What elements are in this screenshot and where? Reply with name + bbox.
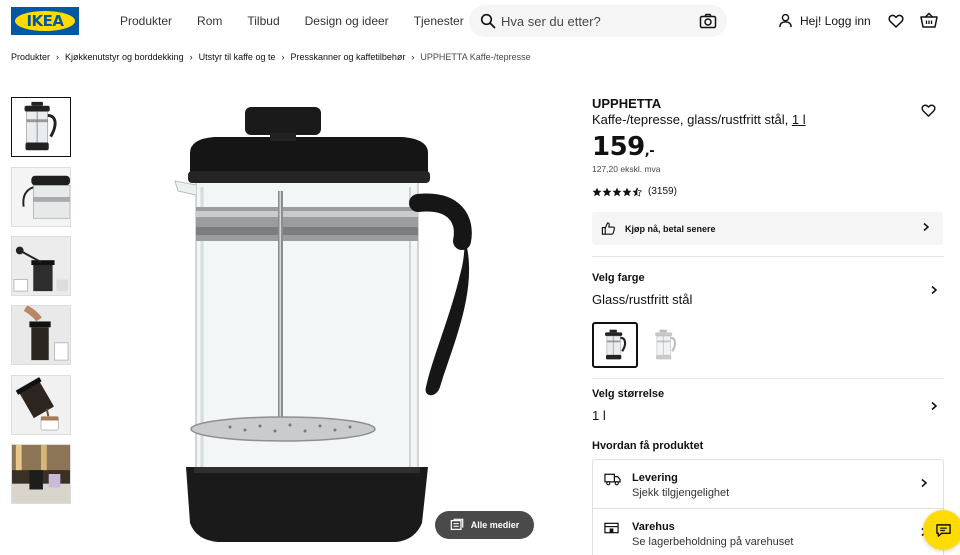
nav-item-design[interactable]: Design og ideer (305, 14, 389, 28)
price-suffix: ,- (644, 144, 655, 159)
press-black-swatch-image (605, 329, 627, 360)
chevron-right-icon: › (56, 52, 60, 62)
chat-icon (935, 523, 951, 537)
divider (592, 378, 944, 379)
chevron-right-icon: › (411, 52, 415, 62)
ikea-logo[interactable]: IKEA (11, 7, 79, 35)
thumbnail-product-scene-pouring[interactable] (11, 375, 71, 435)
rating-stars (592, 186, 642, 197)
size-label: Velg størrelse (592, 388, 665, 400)
press-scene-thumbnail-image (12, 376, 70, 434)
rating-count: (3159) (648, 186, 677, 197)
size-link[interactable]: 1 l (792, 112, 806, 127)
thumbnail-product-scene-spoon[interactable] (11, 236, 71, 296)
nav-item-rom[interactable]: Rom (197, 14, 222, 28)
store-icon (604, 522, 619, 534)
bnpl-label: Kjøp nå, betal senere (625, 223, 716, 234)
product-description: Kaffe-/tepresse, glass/rustfritt stål, 1… (592, 112, 944, 127)
thumbnail-product-scene-kitchen[interactable] (11, 444, 71, 504)
price-ex-vat: 127,20 ekskl. mva (592, 164, 661, 174)
main-nav: Produkter Rom Tilbud Design og ideer Tje… (120, 14, 489, 28)
breadcrumb: Produkter › Kjøkkenutstyr og borddekking… (11, 52, 531, 62)
store-title: Varehus (632, 521, 675, 533)
press-detail-thumbnail-image (12, 168, 70, 226)
delivery-row[interactable]: Levering Sjekk tilgjengelighet (593, 460, 943, 508)
logo-oval: IKEA (15, 11, 75, 31)
color-swatch-glass[interactable] (642, 322, 688, 368)
french-press-image (174, 107, 472, 542)
chevron-right-icon: › (189, 52, 193, 62)
star-half-icon (632, 186, 642, 197)
breadcrumb-item[interactable]: Utstyr til kaffe og te (199, 52, 276, 62)
nav-item-tjenester[interactable]: Tjenester (414, 14, 464, 28)
thumbs-up-icon (601, 222, 616, 235)
all-media-button[interactable]: Alle medier (435, 511, 534, 539)
breadcrumb-current: UPPHETTA Kaffe-/tepresse (420, 52, 531, 62)
color-label: Velg farge (592, 272, 645, 284)
product-name: UPPHETTA (592, 96, 662, 111)
chevron-right-icon (921, 478, 928, 488)
buy-now-pay-later-banner[interactable]: Kjøp nå, betal senere (592, 212, 943, 245)
breadcrumb-item[interactable]: Presskanner og kaffetilbehør (290, 52, 405, 62)
truck-icon (604, 473, 621, 486)
camera-icon[interactable] (699, 12, 717, 30)
login-link[interactable]: Hej! Logg inn (778, 13, 871, 28)
thumbnail-product-front[interactable] (11, 97, 71, 157)
chevron-right-icon[interactable] (929, 401, 939, 411)
delivery-heading: Hvordan få produktet (592, 440, 704, 452)
delivery-subtitle: Sjekk tilgjengelighet (632, 487, 730, 499)
basket-icon[interactable] (920, 12, 938, 30)
product-rating[interactable]: (3159) (592, 186, 677, 197)
gallery-icon (450, 518, 464, 530)
press-steel-swatch-image (655, 329, 677, 360)
thumbnail-product-lid-detail[interactable] (11, 167, 71, 227)
press-scene-thumbnail-image (12, 306, 70, 364)
product-main-image[interactable] (160, 95, 490, 550)
thumbnail-product-scene-pressing[interactable] (11, 305, 71, 365)
star-icon (592, 187, 602, 196)
divider (592, 256, 944, 257)
star-icon (602, 187, 612, 196)
login-label: Hej! Logg inn (800, 13, 871, 28)
heart-icon[interactable] (921, 103, 936, 118)
size-value: 1 l (592, 408, 606, 423)
store-subtitle: Se lagerbeholdning på varehuset (632, 536, 794, 548)
breadcrumb-item[interactable]: Produkter (11, 52, 50, 62)
breadcrumb-item[interactable]: Kjøkkenutstyr og borddekking (65, 52, 184, 62)
chat-button[interactable] (923, 510, 960, 550)
press-scene-thumbnail-image (12, 445, 70, 503)
press-scene-thumbnail-image (12, 237, 70, 295)
search-icon[interactable] (480, 13, 496, 29)
all-media-label: Alle medier (470, 520, 520, 530)
product-description-text: Kaffe-/tepresse, glass/rustfritt stål, (592, 112, 789, 127)
chevron-right-icon (923, 222, 930, 232)
delivery-title: Levering (632, 472, 678, 484)
color-swatch-black[interactable] (592, 322, 638, 368)
chevron-right-icon: › (281, 52, 285, 62)
color-value: Glass/rustfritt stål (592, 292, 693, 307)
user-icon (779, 13, 792, 28)
product-price: 159,- (592, 132, 655, 162)
nav-item-produkter[interactable]: Produkter (120, 14, 172, 28)
nav-item-tilbud[interactable]: Tilbud (247, 14, 279, 28)
star-icon (622, 187, 632, 196)
star-icon (612, 187, 622, 196)
search-bar[interactable] (469, 5, 727, 37)
logo-text: IKEA (26, 12, 64, 30)
price-main: 159 (592, 132, 645, 162)
press-thumbnail-image (24, 101, 57, 151)
search-input[interactable] (501, 11, 691, 31)
store-row[interactable]: Varehus Se lagerbeholdning på varehuset (593, 509, 943, 555)
delivery-options: Levering Sjekk tilgjengelighet Varehus S… (592, 459, 944, 555)
product-info: UPPHETTA Kaffe-/tepresse, glass/rustfrit… (592, 96, 944, 555)
heart-icon[interactable] (888, 13, 904, 29)
chevron-right-icon[interactable] (929, 285, 939, 295)
site-header: IKEA Produkter Rom Tilbud Design og idee… (0, 0, 960, 42)
